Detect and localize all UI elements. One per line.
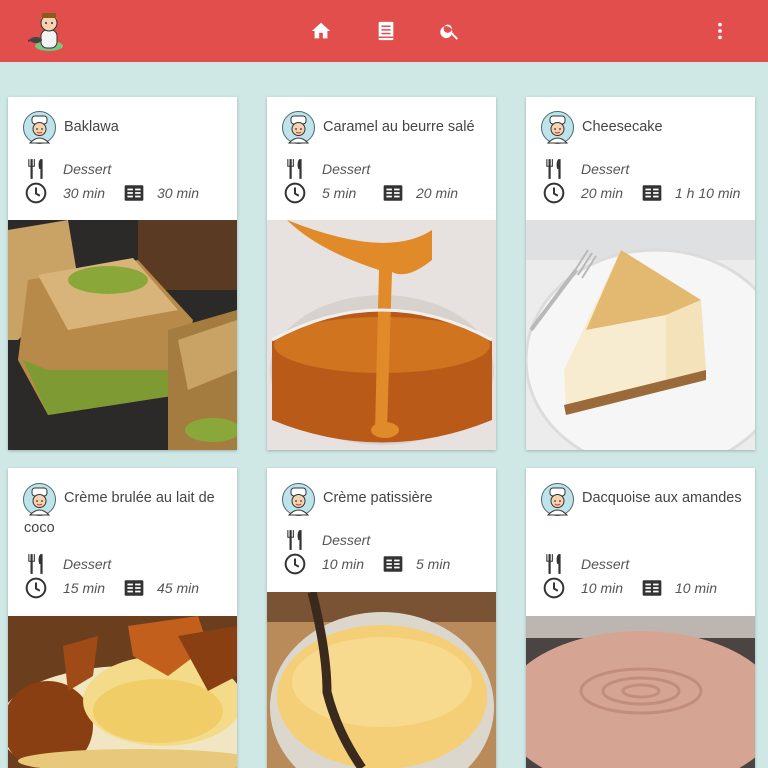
prep-time: 30 min [63,185,106,201]
recipe-title: Crème brulée au lait de coco [24,490,215,536]
cook-time: 1 h 10 min [675,185,741,201]
chef-avatar-icon [282,111,315,144]
recipe-card[interactable]: Caramel au beurre salé Dessert 5 min 20 … [267,97,496,450]
recipe-photo-cheesecake [526,220,755,450]
category-row: Dessert [25,553,111,575]
fork-knife-icon [25,158,47,180]
prep-time: 15 min [63,580,106,596]
recipe-title: Baklawa [64,119,119,135]
clock-icon [543,577,565,599]
cook-time: 45 min [157,580,200,596]
recipe-card[interactable]: Crème brulée au lait de coco Dessert 15 … [8,468,237,768]
recipe-title: Caramel au beurre salé [323,119,475,135]
recipe-photo-creme-brulee [8,616,237,768]
fork-knife-icon [25,553,47,575]
more-menu-button[interactable] [706,17,734,45]
time-row: 10 min 10 min [543,577,717,599]
time-row: 5 min 20 min [284,182,458,204]
category-row: Dessert [543,158,629,180]
recipe-card[interactable]: Dacquoise aux amandes Dessert 10 min 10 … [526,468,755,768]
cook-logo-icon[interactable] [28,10,70,52]
recipe-book-icon [378,21,394,41]
time-row: 30 min 30 min [25,182,199,204]
fork-knife-icon [543,553,565,575]
clock-icon [543,182,565,204]
home-button[interactable] [307,17,335,45]
category-row: Dessert [25,158,111,180]
top-app-bar [0,0,768,62]
fork-knife-icon [543,158,565,180]
more-vert-icon [718,22,722,40]
recipe-title: Crème patissière [323,490,433,506]
recipe-title: Dacquoise aux amandes [582,490,742,506]
recipe-category: Dessert [63,556,112,572]
search-icon [440,24,459,40]
cook-time-icon [641,577,663,599]
time-row: 15 min 45 min [25,577,199,599]
clock-icon [25,182,47,204]
fork-knife-icon [284,529,306,551]
cook-time-icon [641,182,663,204]
prep-time: 10 min [322,556,365,572]
chef-avatar-icon [541,111,574,144]
category-row: Dessert [543,553,629,575]
cook-time: 5 min [416,556,451,572]
prep-time: 20 min [581,185,624,201]
cook-time: 20 min [416,185,459,201]
recipe-title: Cheesecake [582,119,663,135]
time-row: 10 min 5 min [284,553,450,575]
recipe-card[interactable]: Cheesecake Dessert 20 min 1 h 10 min [526,97,755,450]
cook-time-icon [382,182,404,204]
prep-time: 10 min [581,580,624,596]
recipe-card[interactable]: Crème patissière Dessert 10 min 5 min [267,468,496,768]
time-row: 20 min 1 h 10 min [543,182,740,204]
prep-time: 5 min [322,185,357,201]
cook-time-icon [382,553,404,575]
recipe-card[interactable]: Baklawa Dessert 30 min 30 min [8,97,237,450]
clock-icon [25,577,47,599]
recipe-photo-dacquoise [526,616,755,768]
recipe-photo-creme-patissiere [267,592,496,768]
home-icon [311,22,331,39]
recipe-category: Dessert [322,161,371,177]
recipe-category: Dessert [581,161,630,177]
chef-avatar-icon [23,111,56,144]
clock-icon [284,182,306,204]
cook-time-icon [123,577,145,599]
recipe-book-button[interactable] [372,17,400,45]
search-button[interactable] [436,17,464,45]
recipe-category: Dessert [63,161,112,177]
recipe-photo-caramel [267,220,496,450]
recipe-photo-baklawa [8,220,237,450]
recipe-category: Dessert [581,556,630,572]
recipe-category: Dessert [322,532,371,548]
chef-avatar-icon [282,483,315,516]
fork-knife-icon [284,158,306,180]
category-row: Dessert [284,158,370,180]
cook-time: 30 min [157,185,200,201]
cook-time-icon [123,182,145,204]
category-row: Dessert [284,529,370,551]
cook-time: 10 min [675,580,718,596]
clock-icon [284,553,306,575]
